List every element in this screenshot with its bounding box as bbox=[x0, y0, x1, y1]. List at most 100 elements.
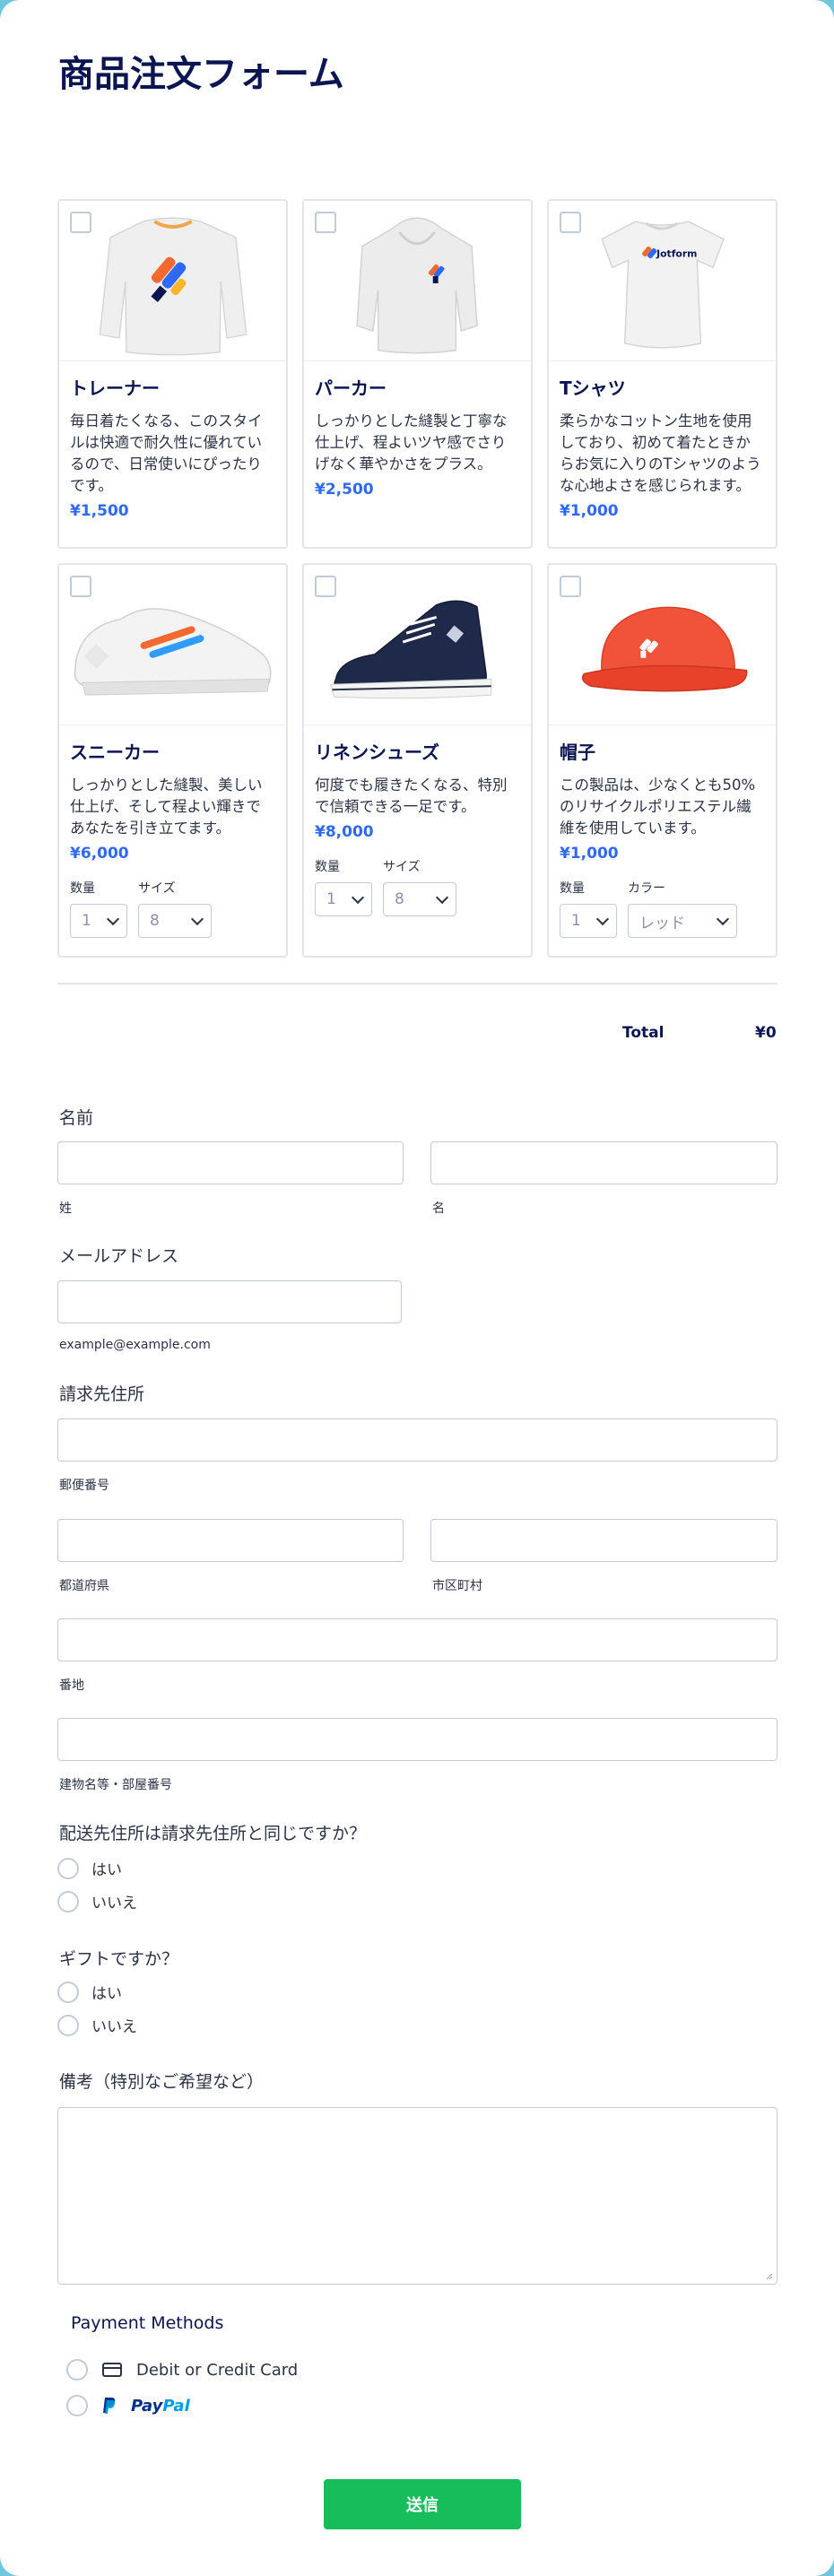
quantity-select[interactable]: 1 bbox=[315, 882, 372, 916]
card-option-label: Debit or Credit Card bbox=[136, 2360, 299, 2380]
divider bbox=[57, 983, 778, 984]
street-input[interactable] bbox=[57, 1618, 778, 1661]
product-name: パーカー bbox=[315, 377, 387, 399]
color-label: カラー bbox=[628, 881, 665, 896]
shipping-same-yes[interactable]: はい bbox=[57, 1857, 122, 1879]
product-checkbox[interactable] bbox=[70, 212, 91, 233]
gift-yes[interactable]: はい bbox=[57, 1981, 122, 2003]
form-title: 商品注文フォーム bbox=[58, 54, 344, 95]
city-input[interactable] bbox=[430, 1519, 778, 1562]
product-image-sneaker bbox=[59, 565, 286, 725]
first-name-input[interactable] bbox=[430, 1141, 778, 1184]
size-select[interactable]: 8 bbox=[138, 904, 212, 938]
product-description: 何度でも履きたくなる、特別で信頼できる一足です。 bbox=[315, 776, 508, 815]
cap-icon bbox=[581, 606, 748, 692]
product-card-sneaker[interactable]: スニーカー しっかりとした縫製、美しい仕上げ、そして程よい輝きであなたを引き立て… bbox=[57, 563, 288, 958]
product-description: しっかりとした縫製と丁寧な仕上げ、程よいツヤ感でさりげなく華やかさをプラス。 bbox=[315, 412, 508, 473]
product-checkbox[interactable] bbox=[560, 212, 581, 233]
size-value: 8 bbox=[395, 890, 404, 908]
product-card-sweatshirt[interactable]: トレーナー 毎日着たくなる、このスタイルは快適で耐久性に優れているので、日常使い… bbox=[57, 199, 288, 549]
product-card-hoodie[interactable]: パーカー しっかりとした縫製と丁寧な仕上げ、程よいツヤ感でさりげなく華やかさをプ… bbox=[302, 199, 533, 549]
chevron-down-icon bbox=[595, 912, 610, 925]
quantity-label: 数量 bbox=[560, 881, 585, 896]
product-price: ¥1,500 bbox=[70, 502, 129, 520]
quantity-select[interactable]: 1 bbox=[70, 904, 127, 938]
product-name: 帽子 bbox=[560, 742, 595, 763]
quantity-select[interactable]: 1 bbox=[560, 904, 617, 938]
product-card-tshirt[interactable]: Jotform Tシャツ 柔らかなコットン生地を使用しており、初めて着たときから… bbox=[547, 199, 778, 549]
product-name: リネンシューズ bbox=[315, 742, 439, 763]
product-price: ¥2,500 bbox=[315, 481, 374, 499]
chevron-down-icon bbox=[190, 912, 204, 925]
radio-button[interactable] bbox=[57, 1981, 79, 2003]
paypal-wordmark-pay: Pay bbox=[131, 2396, 163, 2416]
chevron-down-icon bbox=[351, 890, 365, 904]
paypal-wordmark-pal: Pal bbox=[162, 2396, 190, 2416]
product-card-cap[interactable]: 帽子 この製品は、少なくとも50%のリサイクルポリエステル繊維を使用しています。… bbox=[547, 563, 778, 958]
chevron-down-icon bbox=[106, 912, 120, 925]
size-value: 8 bbox=[150, 912, 160, 930]
paypal-icon bbox=[103, 2398, 116, 2414]
size-select[interactable]: 8 bbox=[383, 882, 456, 916]
product-image-sweatshirt bbox=[59, 201, 286, 361]
paypal-wordmark: PayPal bbox=[131, 2397, 190, 2416]
product-checkbox[interactable] bbox=[315, 576, 336, 597]
submit-button[interactable]: 送信 bbox=[324, 2479, 521, 2529]
product-image-hoodie bbox=[304, 201, 531, 361]
sweatshirt-icon bbox=[99, 217, 248, 356]
size-label: サイズ bbox=[138, 881, 176, 896]
notes-textarea[interactable] bbox=[57, 2107, 778, 2285]
product-price: ¥1,000 bbox=[560, 502, 619, 520]
last-name-input[interactable] bbox=[57, 1141, 404, 1184]
shipping-same-label: 配送先住所は請求先住所と同じですか？ bbox=[59, 1824, 367, 1843]
chevron-down-icon bbox=[435, 890, 449, 904]
sneaker-icon bbox=[74, 608, 272, 696]
product-name: トレーナー bbox=[70, 377, 160, 399]
tshirt-icon: Jotform bbox=[601, 221, 725, 349]
product-checkbox[interactable] bbox=[70, 576, 91, 597]
email-label: メールアドレス bbox=[59, 1246, 179, 1266]
prefecture-sublabel: 都道府県 bbox=[59, 1579, 109, 1593]
product-card-linen-shoes[interactable]: リネンシューズ 何度でも履きたくなる、特別で信頼できる一足です。 ¥8,000 … bbox=[302, 563, 533, 958]
color-select[interactable]: レッド bbox=[628, 904, 737, 938]
product-description: 柔らかなコットン生地を使用しており、初めて着たときからお気に入りのTシャツのよう… bbox=[560, 412, 761, 494]
radio-button[interactable] bbox=[57, 1857, 79, 1879]
product-description: しっかりとした縫製、美しい仕上げ、そして程よい輝きであなたを引き立てます。 bbox=[70, 776, 263, 837]
product-price: ¥8,000 bbox=[315, 823, 374, 841]
payment-option-card[interactable]: Debit or Credit Card bbox=[66, 2359, 298, 2381]
product-checkbox[interactable] bbox=[315, 212, 336, 233]
credit-card-icon bbox=[102, 2363, 122, 2377]
product-price: ¥6,000 bbox=[70, 845, 129, 863]
product-name: スニーカー bbox=[70, 742, 160, 763]
building-input[interactable] bbox=[57, 1718, 778, 1761]
size-label: サイズ bbox=[383, 860, 421, 874]
prefecture-input[interactable] bbox=[57, 1519, 404, 1562]
product-name: Tシャツ bbox=[560, 377, 626, 399]
radio-label: はい bbox=[91, 1861, 122, 1879]
radio-label: はい bbox=[91, 1985, 122, 2003]
quantity-label: 数量 bbox=[315, 860, 340, 874]
quantity-label: 数量 bbox=[70, 881, 95, 896]
email-input[interactable] bbox=[57, 1280, 402, 1323]
resize-grip-icon[interactable] bbox=[764, 2271, 773, 2280]
product-price: ¥1,000 bbox=[560, 845, 619, 863]
radio-label: いいえ bbox=[91, 1895, 137, 1912]
gift-no[interactable]: いいえ bbox=[57, 2014, 137, 2036]
name-label: 名前 bbox=[59, 1108, 94, 1128]
radio-button[interactable] bbox=[57, 2014, 79, 2036]
radio-button[interactable] bbox=[57, 1890, 79, 1912]
product-image-linen-shoes bbox=[304, 565, 531, 725]
payment-option-paypal[interactable]: PayPal bbox=[66, 2395, 190, 2416]
shipping-same-no[interactable]: いいえ bbox=[57, 1890, 137, 1912]
radio-button[interactable] bbox=[66, 2395, 88, 2416]
gift-label: ギフトですか？ bbox=[59, 1949, 179, 1969]
last-name-sublabel: 姓 bbox=[59, 1201, 72, 1216]
product-checkbox[interactable] bbox=[560, 576, 581, 597]
form-page: 商品注文フォーム トレーナー 毎日着たくなる、このスタイルは快適で耐久性に優れて… bbox=[0, 0, 834, 2576]
postal-code-input[interactable] bbox=[57, 1418, 778, 1461]
radio-button[interactable] bbox=[66, 2359, 88, 2381]
product-image-tshirt: Jotform bbox=[549, 201, 776, 361]
total-value: ¥0 bbox=[755, 1024, 777, 1042]
payment-methods-title: Payment Methods bbox=[71, 2313, 224, 2333]
quantity-value: 1 bbox=[326, 890, 336, 908]
